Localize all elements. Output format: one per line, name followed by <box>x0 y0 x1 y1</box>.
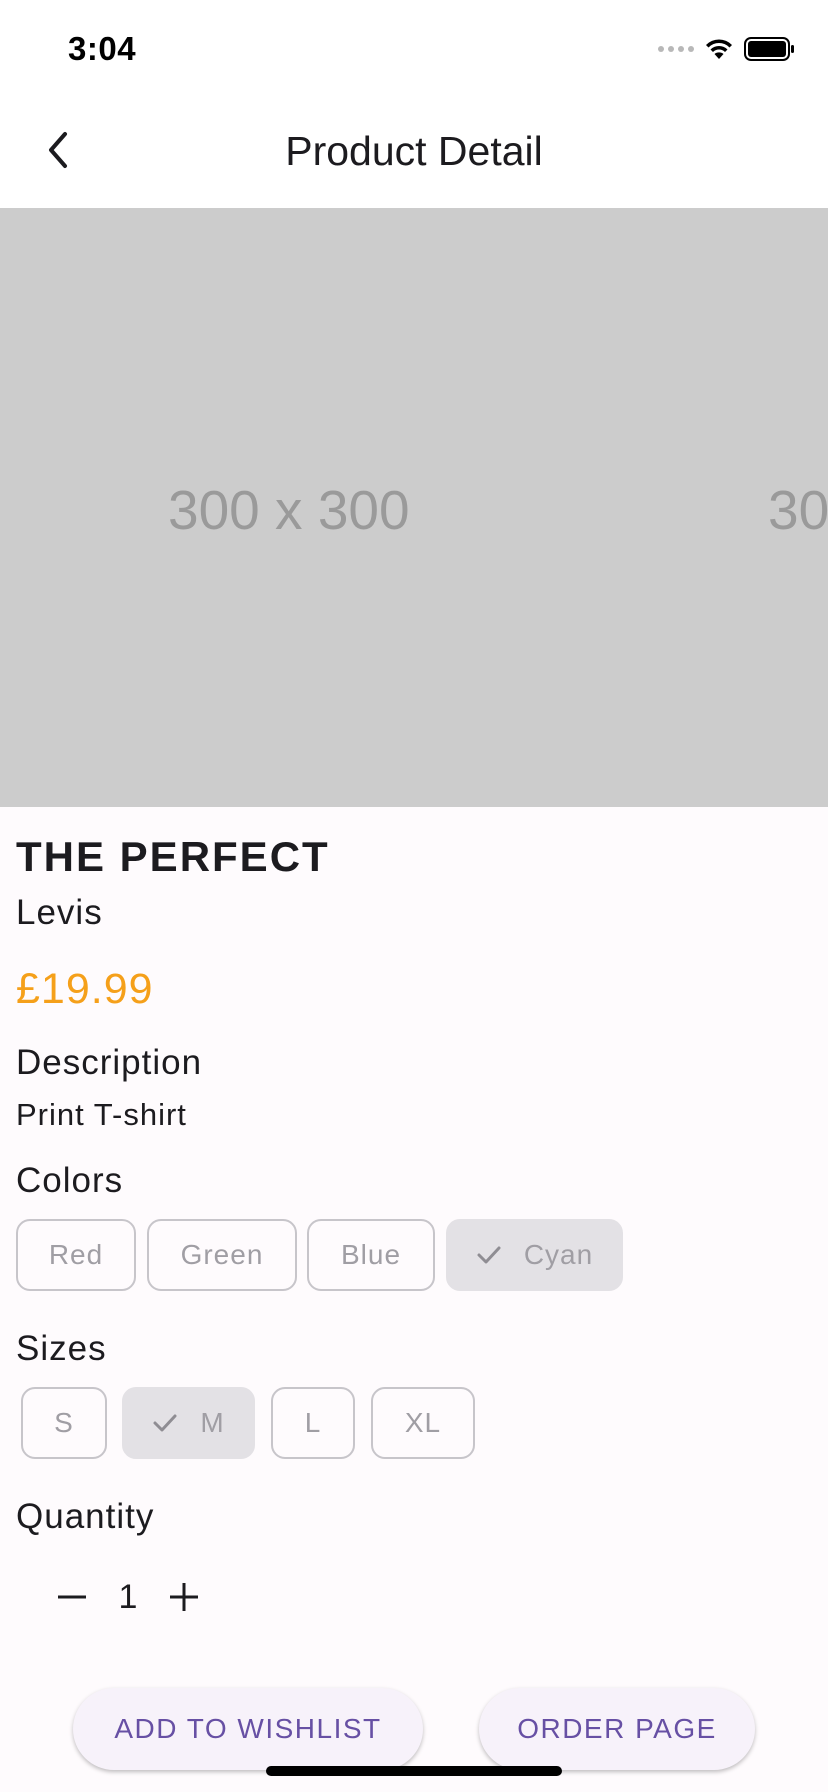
chip-label: S <box>54 1407 74 1438</box>
check-icon <box>152 1413 178 1433</box>
add-to-wishlist-button[interactable]: ADD TO WISHLIST <box>73 1688 423 1770</box>
order-page-label: ORDER PAGE <box>517 1713 717 1744</box>
plus-icon <box>170 1583 198 1611</box>
chip-label: L <box>304 1407 322 1438</box>
status-icons <box>658 34 796 64</box>
sizes-label: Sizes <box>16 1329 107 1368</box>
quantity-label: Quantity <box>16 1497 155 1536</box>
check-icon <box>476 1245 502 1265</box>
color-chip-blue[interactable]: Blue <box>307 1219 435 1291</box>
product-brand: Levis <box>16 893 103 932</box>
wifi-icon <box>706 39 732 59</box>
quantity-value: 1 <box>118 1577 138 1616</box>
size-chip-s[interactable]: S <box>21 1387 107 1459</box>
add-to-wishlist-label: ADD TO WISHLIST <box>114 1713 382 1744</box>
home-indicator <box>266 1766 562 1776</box>
product-price: £19.99 <box>16 965 154 1013</box>
product-image-placeholder: 300 x 300 <box>168 479 410 541</box>
chip-label: Blue <box>340 1239 402 1270</box>
chip-label: Green <box>180 1239 264 1270</box>
product-image-placeholder-next: 300 x 300 <box>768 479 828 541</box>
size-chip-xl[interactable]: XL <box>371 1387 475 1459</box>
chip-label: XL <box>404 1407 442 1438</box>
battery-icon <box>744 37 794 61</box>
product-name: THE PERFECT <box>16 833 330 880</box>
minus-icon <box>58 1595 86 1599</box>
color-chip-red[interactable]: Red <box>16 1219 136 1291</box>
size-chip-m[interactable]: M <box>122 1387 255 1459</box>
increase-quantity-button[interactable] <box>156 1569 212 1625</box>
order-page-button[interactable]: ORDER PAGE <box>479 1688 755 1770</box>
status-bar: 3:04 <box>0 0 828 92</box>
colors-label: Colors <box>16 1161 124 1200</box>
app-bar: Product Detail <box>0 92 828 208</box>
color-chip-green[interactable]: Green <box>147 1219 297 1291</box>
page-title: Product Detail <box>285 128 543 174</box>
chip-label: Cyan <box>523 1239 594 1270</box>
status-time: 3:04 <box>68 30 137 67</box>
quantity-stepper: 1 <box>44 1567 212 1627</box>
color-chip-cyan[interactable]: Cyan <box>446 1219 623 1291</box>
description-label: Description <box>16 1043 203 1082</box>
chip-label: Red <box>48 1239 104 1270</box>
decrease-quantity-button[interactable] <box>44 1569 100 1625</box>
chip-label: M <box>200 1407 225 1438</box>
signal-icon <box>658 46 694 52</box>
size-chip-l[interactable]: L <box>271 1387 355 1459</box>
description-text: Print T-shirt <box>16 1097 187 1132</box>
product-image-carousel[interactable]: 300 x 300 300 x 300 <box>0 208 828 807</box>
